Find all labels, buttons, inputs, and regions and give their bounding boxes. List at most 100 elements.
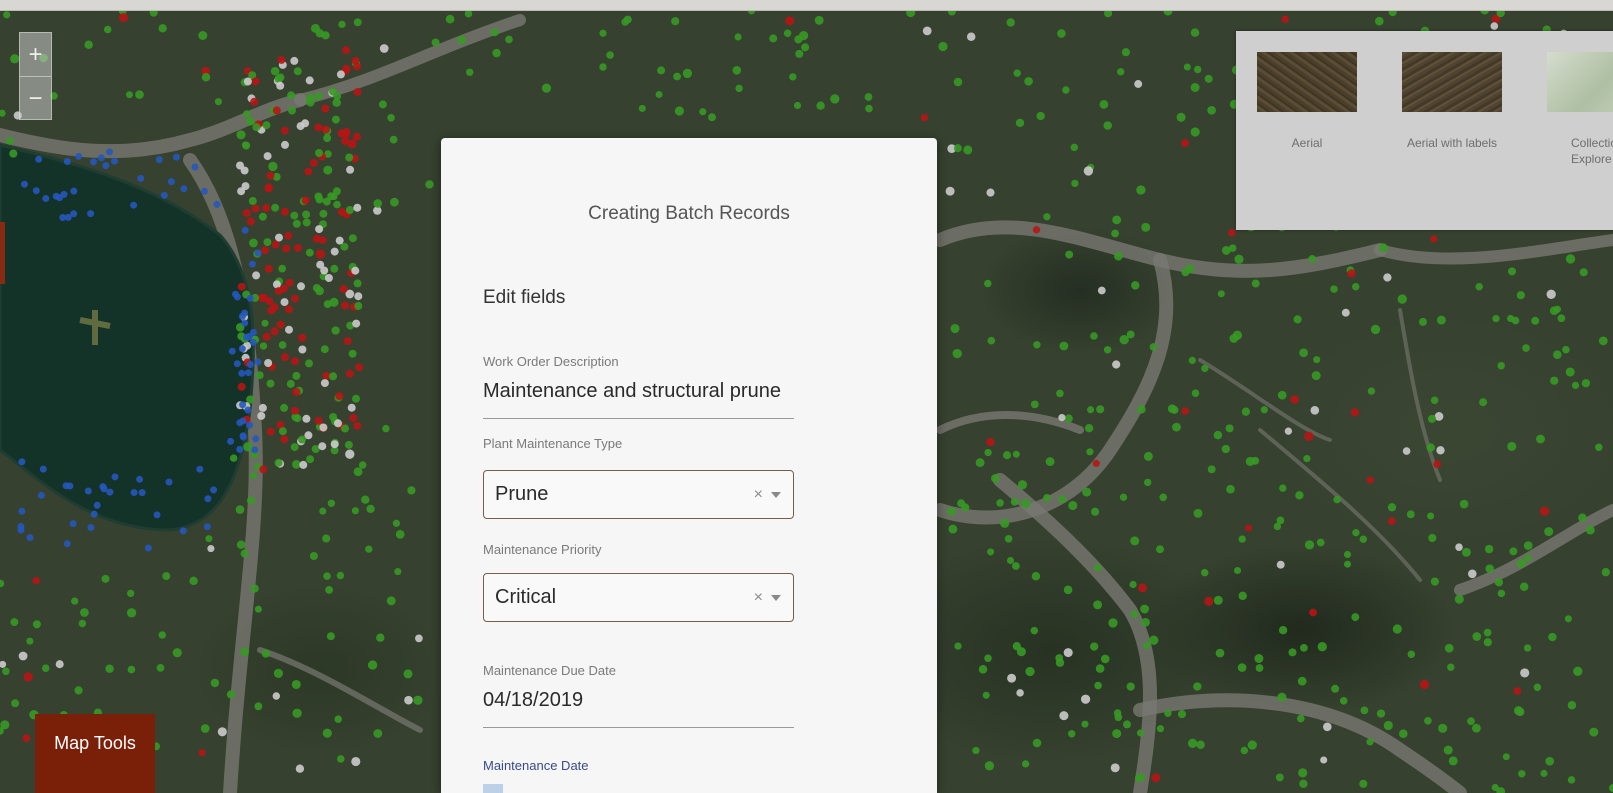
tree-point[interactable]: [35, 155, 43, 163]
tree-point[interactable]: [1183, 63, 1191, 71]
tree-point[interactable]: [263, 152, 272, 161]
tree-point[interactable]: [217, 727, 227, 737]
tree-point[interactable]: [22, 734, 31, 743]
tree-point[interactable]: [1502, 753, 1510, 761]
tree-point[interactable]: [266, 427, 275, 436]
tree-point[interactable]: [1544, 527, 1554, 537]
tree-point[interactable]: [26, 534, 34, 542]
tree-point[interactable]: [407, 486, 416, 495]
tree-point[interactable]: [351, 756, 361, 767]
tree-point[interactable]: [55, 660, 64, 669]
tree-point[interactable]: [272, 106, 281, 115]
tree-point[interactable]: [323, 572, 331, 580]
tree-point[interactable]: [1043, 494, 1051, 502]
tree-point[interactable]: [1539, 506, 1550, 516]
tree-point[interactable]: [415, 634, 423, 643]
tree-point[interactable]: [1387, 503, 1397, 512]
tree-point[interactable]: [336, 571, 345, 580]
tree-point[interactable]: [1063, 648, 1073, 658]
tree-point[interactable]: [1573, 666, 1583, 676]
tree-point[interactable]: [354, 302, 363, 310]
tree-point[interactable]: [1518, 770, 1526, 778]
tree-point[interactable]: [1299, 779, 1308, 789]
tree-point[interactable]: [334, 419, 342, 428]
tree-point[interactable]: [1275, 773, 1284, 782]
tree-point[interactable]: [233, 293, 241, 301]
tree-point[interactable]: [105, 664, 114, 673]
tree-point[interactable]: [162, 572, 171, 581]
tree-point[interactable]: [201, 72, 211, 82]
tree-point[interactable]: [457, 35, 467, 45]
tree-point[interactable]: [1126, 682, 1135, 691]
tree-point[interactable]: [240, 166, 249, 175]
tree-point[interactable]: [281, 353, 289, 362]
tree-point[interactable]: [305, 248, 314, 257]
tree-point[interactable]: [329, 87, 337, 96]
tree-point[interactable]: [241, 309, 249, 317]
tree-point[interactable]: [1550, 376, 1559, 385]
tree-point[interactable]: [207, 545, 215, 553]
zoom-in-button[interactable]: +: [20, 33, 51, 76]
tree-point[interactable]: [1366, 476, 1374, 484]
tree-point[interactable]: [1093, 564, 1102, 572]
tree-point[interactable]: [246, 217, 255, 226]
tree-point[interactable]: [292, 388, 301, 396]
tree-point[interactable]: [251, 77, 260, 86]
tree-point[interactable]: [298, 345, 307, 354]
tree-point[interactable]: [26, 637, 34, 645]
tree-point[interactable]: [1112, 729, 1122, 739]
tree-point[interactable]: [382, 424, 390, 433]
tree-point[interactable]: [1084, 424, 1094, 433]
tree-point[interactable]: [1062, 86, 1070, 94]
tree-point[interactable]: [189, 576, 198, 586]
tree-point[interactable]: [789, 73, 797, 81]
tree-point[interactable]: [1215, 648, 1225, 658]
tree-point[interactable]: [1298, 768, 1308, 778]
tree-point[interactable]: [97, 154, 105, 162]
tree-point[interactable]: [657, 66, 666, 75]
tree-point[interactable]: [1522, 344, 1530, 352]
tree-point[interactable]: [1181, 139, 1190, 148]
tree-point[interactable]: [237, 282, 246, 291]
tree-point[interactable]: [984, 654, 992, 663]
tree-point[interactable]: [1112, 360, 1121, 369]
tree-point[interactable]: [78, 619, 87, 628]
tree-point[interactable]: [1276, 560, 1285, 569]
tree-point[interactable]: [1467, 717, 1475, 726]
tree-point[interactable]: [156, 664, 165, 672]
tree-point[interactable]: [1187, 738, 1198, 748]
tree-point[interactable]: [387, 114, 395, 122]
tree-point[interactable]: [354, 292, 363, 301]
tree-point[interactable]: [966, 32, 976, 41]
tree-point[interactable]: [814, 15, 824, 25]
tree-point[interactable]: [366, 504, 375, 514]
tree-point[interactable]: [0, 109, 6, 117]
tree-point[interactable]: [243, 77, 252, 86]
tree-point[interactable]: [323, 134, 332, 143]
tree-point[interactable]: [337, 755, 345, 763]
tree-point[interactable]: [6, 137, 14, 145]
tree-point[interactable]: [953, 77, 963, 87]
tree-point[interactable]: [118, 12, 129, 23]
tree-point[interactable]: [1119, 493, 1128, 501]
tree-point[interactable]: [1059, 711, 1069, 721]
tree-point[interactable]: [282, 244, 291, 253]
tree-point[interactable]: [276, 320, 285, 329]
tree-point[interactable]: [1080, 694, 1091, 704]
tree-point[interactable]: [1114, 251, 1123, 261]
tree-point[interactable]: [319, 209, 328, 218]
tree-point[interactable]: [330, 264, 339, 273]
tree-point[interactable]: [1536, 434, 1545, 444]
tree-point[interactable]: [682, 68, 693, 79]
tree-point[interactable]: [1151, 773, 1161, 783]
tree-point[interactable]: [1031, 572, 1041, 581]
tree-point[interactable]: [378, 100, 387, 109]
tree-point[interactable]: [325, 586, 333, 594]
tree-point[interactable]: [196, 465, 204, 473]
tree-point[interactable]: [1427, 512, 1435, 520]
tree-point[interactable]: [236, 130, 246, 140]
tree-point[interactable]: [242, 141, 251, 150]
tree-point[interactable]: [314, 123, 323, 132]
tree-point[interactable]: [210, 486, 218, 494]
tree-point[interactable]: [1190, 28, 1200, 37]
